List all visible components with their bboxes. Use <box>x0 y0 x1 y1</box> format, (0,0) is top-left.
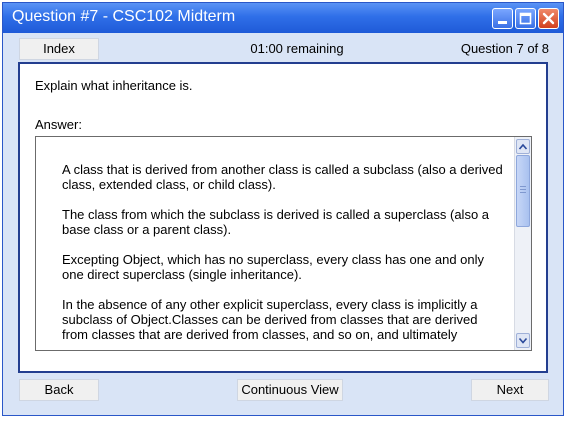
grip-line <box>520 186 526 187</box>
scroll-thumb[interactable] <box>516 155 530 227</box>
answer-textarea[interactable]: A class that is derived from another cla… <box>35 136 532 351</box>
answer-paragraph: Excepting Object, which has no superclas… <box>62 252 485 282</box>
answer-text[interactable]: A class that is derived from another cla… <box>62 162 507 350</box>
answer-label: Answer: <box>35 117 82 132</box>
chevron-down-icon <box>518 337 528 344</box>
maximize-button[interactable] <box>515 8 536 29</box>
index-button[interactable]: Index <box>19 38 99 60</box>
title-bar[interactable]: Question #7 - CSC102 Midterm <box>3 3 563 33</box>
continuous-view-button[interactable]: Continuous View <box>237 379 343 401</box>
question-prompt: Explain what inheritance is. <box>35 78 193 93</box>
scroll-down-button[interactable] <box>516 333 530 348</box>
minimize-button[interactable] <box>492 8 513 29</box>
next-button[interactable]: Next <box>471 379 549 401</box>
grip-line <box>520 192 526 193</box>
back-button[interactable]: Back <box>19 379 99 401</box>
minimize-icon <box>498 21 507 24</box>
scroll-up-button[interactable] <box>516 139 530 154</box>
question-panel: Explain what inheritance is. Answer: A c… <box>18 62 548 373</box>
time-remaining: 01:00 remaining <box>250 41 344 56</box>
answer-scrollbar[interactable] <box>514 137 531 350</box>
chevron-up-icon <box>518 143 528 150</box>
close-icon <box>542 12 555 25</box>
maximize-icon <box>519 12 532 25</box>
top-toolbar: Index 01:00 remaining Question 7 of 8 <box>19 38 549 60</box>
close-button[interactable] <box>538 8 559 29</box>
bottom-navigation: Back Continuous View Next <box>19 379 549 401</box>
answer-paragraph: In the absence of any other explicit sup… <box>62 297 478 342</box>
answer-paragraph: A class that is derived from another cla… <box>62 162 503 192</box>
question-counter: Question 7 of 8 <box>460 41 549 56</box>
app-window: Question #7 - CSC102 Midterm Index 01:00… <box>2 2 564 416</box>
answer-paragraph: The class from which the subclass is der… <box>62 207 490 237</box>
grip-line <box>520 189 526 190</box>
window-title: Question #7 - CSC102 Midterm <box>12 8 236 25</box>
